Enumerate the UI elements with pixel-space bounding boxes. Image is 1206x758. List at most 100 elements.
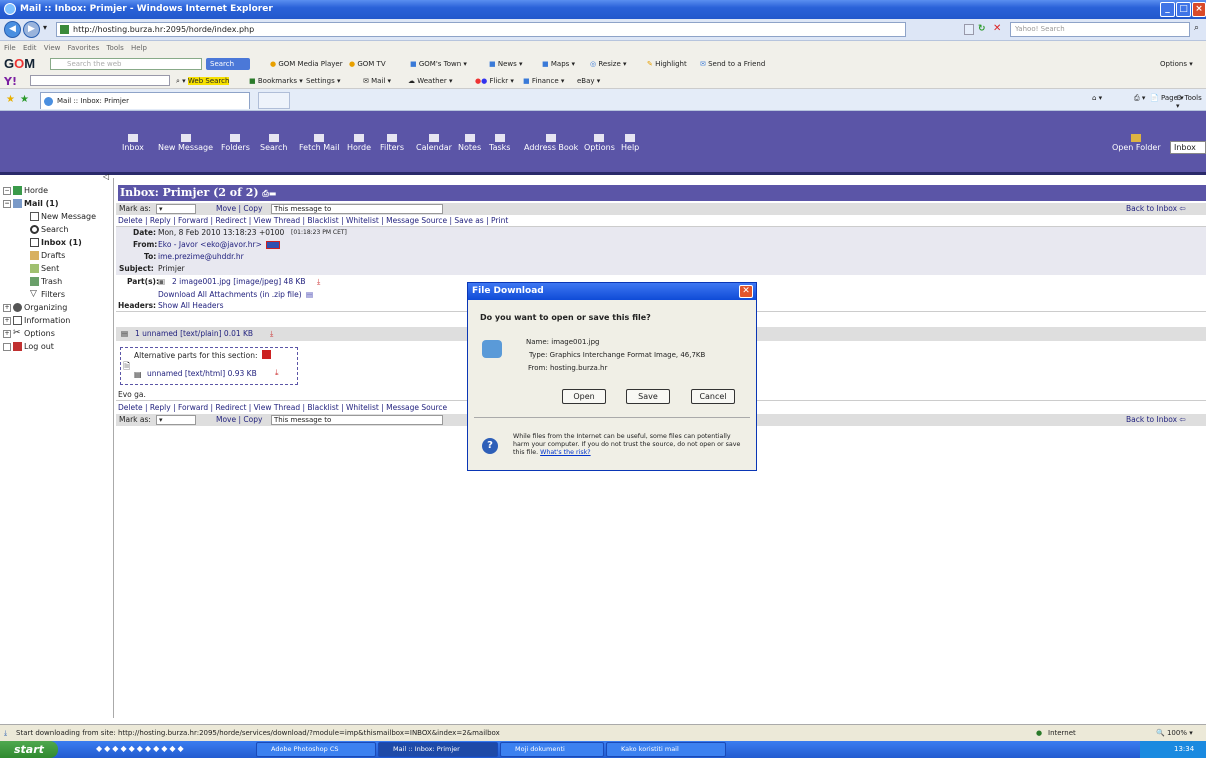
minimize-button[interactable]: _ bbox=[1160, 2, 1175, 17]
taskbar-mail[interactable]: Mail :: Inbox: Primjer bbox=[378, 742, 498, 757]
back-button[interactable]: ◀ bbox=[4, 21, 21, 38]
sidebar-collapse-icon[interactable]: ◁ bbox=[103, 172, 109, 181]
sidebar-item-options[interactable]: + ✂ Options bbox=[3, 329, 55, 338]
message-action-links[interactable]: Delete | Reply | Forward | Redirect | Vi… bbox=[118, 215, 508, 227]
flickr-link[interactable]: ●● Flickr ▾ bbox=[475, 73, 514, 89]
move-copy-link[interactable]: Move | Copy bbox=[216, 203, 262, 215]
gom-search-button[interactable]: Search bbox=[206, 58, 250, 70]
sidebar-item-sent[interactable]: Sent bbox=[30, 264, 59, 273]
tab-mail-inbox[interactable]: Mail :: Inbox: Primjer bbox=[40, 92, 250, 109]
dialog-close-button[interactable]: ✕ bbox=[739, 285, 753, 298]
menu-help[interactable]: Help bbox=[131, 44, 147, 52]
yahoo-search-input[interactable]: Yahoo! Search bbox=[1010, 22, 1190, 37]
menu-edit[interactable]: Edit bbox=[23, 44, 37, 52]
nav-new-message[interactable]: New Message bbox=[158, 134, 213, 152]
taskbar-kako-koristiti[interactable]: Kako koristiti mail bbox=[606, 742, 726, 757]
from-link[interactable]: Eko - Javor <eko@javor.hr> bbox=[158, 239, 262, 251]
save-button[interactable]: Save bbox=[626, 389, 670, 404]
sidebar-item-mail[interactable]: − Mail (1) bbox=[3, 199, 59, 208]
nav-options[interactable]: Options bbox=[584, 134, 615, 152]
gom-options-link[interactable]: Options ▾ bbox=[1160, 55, 1193, 73]
nav-open-folder[interactable]: Open Folder bbox=[1112, 134, 1161, 152]
menu-tools[interactable]: Tools bbox=[106, 44, 123, 52]
start-button[interactable]: start bbox=[0, 741, 58, 758]
sidebar-item-trash[interactable]: Trash bbox=[30, 277, 62, 286]
mark-as-select[interactable]: ▾ bbox=[156, 204, 196, 214]
taskbar-moji-dokumenti[interactable]: Moji dokumenti bbox=[500, 742, 604, 757]
download-icon[interactable]: ⤓ bbox=[317, 276, 320, 288]
nav-search[interactable]: Search bbox=[260, 134, 287, 152]
menu-view[interactable]: View bbox=[44, 44, 61, 52]
sidebar-item-search[interactable]: Search bbox=[30, 225, 68, 234]
history-dropdown-icon[interactable]: ▾ bbox=[43, 23, 47, 32]
alt-part-link[interactable]: unnamed [text/html] 0.93 KB bbox=[147, 369, 257, 378]
download-icon[interactable]: ⤓ bbox=[275, 368, 279, 378]
print-icon[interactable]: ⎙ ▾ bbox=[1134, 94, 1145, 103]
search-icon[interactable]: ⌕ bbox=[1194, 23, 1199, 33]
yahoo-search-input-2[interactable] bbox=[30, 75, 170, 86]
sidebar-item-new-message[interactable]: New Message bbox=[30, 212, 96, 221]
alt-part-icon[interactable] bbox=[262, 350, 271, 359]
sidebar-item-information[interactable]: + Information bbox=[3, 316, 70, 325]
nav-horde[interactable]: Horde bbox=[347, 134, 371, 152]
send-to-friend-link[interactable]: ✉ Send to a Friend bbox=[700, 55, 765, 73]
address-input[interactable]: http://hosting.burza.hr:2095/horde/index… bbox=[56, 22, 906, 37]
sidebar-item-filters[interactable]: ▽ Filters bbox=[30, 290, 65, 300]
settings-link[interactable]: Settings ▾ bbox=[306, 73, 340, 89]
download-icon[interactable]: ⤓ bbox=[270, 327, 273, 341]
to-link[interactable]: ime.prezime@uhddr.hr bbox=[158, 251, 244, 263]
news-link[interactable]: ■ News ▾ bbox=[489, 55, 523, 73]
print-icon[interactable]: ⎙▬ bbox=[262, 188, 276, 198]
nav-tasks[interactable]: Tasks bbox=[489, 134, 510, 152]
mail-link[interactable]: ✉ Mail ▾ bbox=[363, 73, 391, 89]
attachment-link[interactable]: 2 image001.jpg [image/jpeg] 48 KB bbox=[172, 276, 306, 288]
whats-the-risk-link[interactable]: What's the risk? bbox=[540, 449, 591, 456]
nav-calendar[interactable]: Calendar bbox=[416, 134, 452, 152]
gom-tv-link[interactable]: ● GOM TV bbox=[349, 55, 386, 73]
back-to-inbox-link[interactable]: Back to Inbox ⇦ bbox=[1126, 414, 1186, 426]
tools-menu[interactable]: ⚙ Tools ▾ bbox=[1176, 94, 1206, 110]
nav-folders[interactable]: Folders bbox=[221, 134, 250, 152]
sidebar-item-logout[interactable]: Log out bbox=[3, 342, 54, 351]
finance-link[interactable]: ■ Finance ▾ bbox=[523, 73, 564, 89]
add-favorite-icon[interactable]: ★ bbox=[20, 94, 29, 105]
bookmarks-link[interactable]: ■ Bookmarks ▾ bbox=[249, 73, 303, 89]
sidebar-item-organizing[interactable]: + Organizing bbox=[3, 303, 67, 312]
forward-button[interactable]: ▶ bbox=[23, 21, 40, 38]
zoom-control[interactable]: 🔍 100% ▾ bbox=[1156, 725, 1193, 741]
goms-town-link[interactable]: ■ GOM's Town ▾ bbox=[410, 55, 467, 73]
web-search-button[interactable]: ⌕ ▾ Web Search bbox=[176, 73, 230, 89]
refresh-icon[interactable]: ↻ bbox=[978, 24, 986, 34]
home-icon[interactable]: ⌂ ▾ bbox=[1092, 94, 1102, 102]
gom-media-player-link[interactable]: ● GOM Media Player bbox=[270, 55, 343, 73]
part1-link[interactable]: 1 unnamed [text/plain] 0.01 KB bbox=[135, 327, 253, 341]
back-to-inbox-link[interactable]: Back to Inbox ⇦ bbox=[1126, 203, 1186, 215]
quick-launch-icons[interactable]: ◆◆◆◆◆◆◆◆◆◆◆ bbox=[96, 744, 186, 753]
cancel-button[interactable]: Cancel bbox=[691, 389, 735, 404]
weather-link[interactable]: ☁ Weather ▾ bbox=[408, 73, 452, 89]
menu-favorites[interactable]: Favorites bbox=[68, 44, 100, 52]
show-all-headers-link[interactable]: Show All Headers bbox=[158, 300, 224, 312]
taskbar-photoshop[interactable]: Adobe Photoshop CS bbox=[256, 742, 376, 757]
sidebar-item-drafts[interactable]: Drafts bbox=[30, 251, 65, 260]
folder-select[interactable]: Inbox bbox=[1170, 141, 1206, 154]
dropdown-icon[interactable] bbox=[964, 24, 974, 35]
move-copy-link[interactable]: Move | Copy bbox=[216, 414, 262, 426]
stop-icon[interactable]: ✕ bbox=[993, 23, 1001, 34]
nav-help[interactable]: Help bbox=[621, 134, 639, 152]
nav-inbox[interactable]: Inbox bbox=[122, 134, 144, 152]
sidebar-item-horde[interactable]: − Horde bbox=[3, 186, 48, 195]
sidebar-item-inbox[interactable]: Inbox (1) bbox=[30, 238, 82, 247]
highlight-link[interactable]: ✎ Highlight bbox=[647, 55, 687, 73]
nav-notes[interactable]: Notes bbox=[458, 134, 481, 152]
ebay-link[interactable]: eBay ▾ bbox=[577, 73, 600, 89]
nav-filters[interactable]: Filters bbox=[380, 134, 404, 152]
maps-link[interactable]: ■ Maps ▾ bbox=[542, 55, 575, 73]
message-action-links-bottom[interactable]: Delete | Reply | Forward | Redirect | Vi… bbox=[118, 402, 447, 414]
resize-link[interactable]: ◎ Resize ▾ bbox=[590, 55, 627, 73]
add-contact-icon[interactable] bbox=[266, 241, 280, 249]
open-button[interactable]: Open bbox=[562, 389, 606, 404]
menu-file[interactable]: File bbox=[4, 44, 16, 52]
nav-address-book[interactable]: Address Book bbox=[524, 134, 578, 152]
close-window-button[interactable]: × bbox=[1192, 2, 1206, 17]
